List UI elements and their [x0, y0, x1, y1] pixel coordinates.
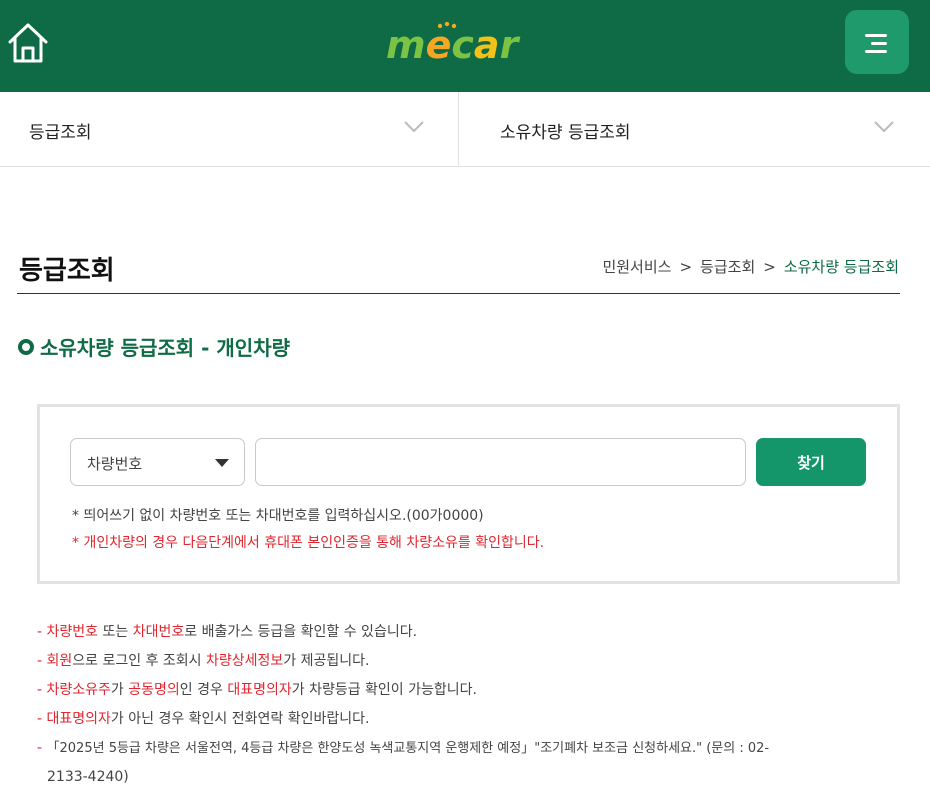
- vehicle-number-input[interactable]: [255, 438, 746, 486]
- breadcrumb-item[interactable]: 등급조회: [700, 258, 755, 276]
- caret-down-icon: [215, 459, 229, 467]
- breadcrumb-separator: >: [763, 258, 776, 276]
- list-item: - 차량번호 또는 차대번호로 배출가스 등급을 확인할 수 있습니다.: [37, 624, 418, 640]
- category-select[interactable]: 등급조회: [0, 92, 459, 166]
- subcategory-select[interactable]: 소유차량 등급조회: [460, 92, 930, 166]
- top-header: mecar: [0, 0, 930, 92]
- category-select-label: 등급조회: [29, 123, 92, 143]
- verification-hint: * 개인차량의 경우 다음단계에서 휴대폰 본인인증을 통해 차량소유를 확인합…: [72, 535, 545, 551]
- notice-text-line1: 「2025년 5등급 차량은 서울전역, 4등급 차량은 한양도성 녹색교통지역…: [46, 741, 770, 756]
- list-item: - 회원으로 로그인 후 조회시 차량상세정보가 제공됩니다.: [37, 653, 370, 669]
- title-divider: [17, 293, 900, 294]
- notes-list: - 차량번호 또는 차대번호로 배출가스 등급을 확인할 수 있습니다. - 회…: [37, 618, 907, 791]
- chevron-down-icon: [404, 121, 424, 133]
- category-selector-bar: 등급조회 소유차량 등급조회: [0, 92, 930, 167]
- mecar-logo[interactable]: mecar: [384, 21, 534, 68]
- list-item: - 차량소유주가 공동명의인 경우 대표명의자가 차량등급 확인이 가능합니다.: [37, 682, 477, 698]
- search-type-select[interactable]: 차량번호: [70, 438, 245, 486]
- menu-button[interactable]: [845, 10, 909, 74]
- search-panel: 차량번호 찾기 * 띄어쓰기 없이 차량번호 또는 차대번호를 입력하십시오.(…: [37, 404, 900, 584]
- find-button[interactable]: 찾기: [756, 438, 866, 486]
- svg-text:mecar: mecar: [386, 23, 521, 67]
- input-hint: * 띄어쓰기 없이 차량번호 또는 차대번호를 입력하십시오.(00가0000): [72, 508, 484, 524]
- breadcrumb-current: 소유차량 등급조회: [783, 258, 899, 276]
- breadcrumb: 민원서비스 > 등급조회 > 소유차량 등급조회: [602, 256, 899, 277]
- breadcrumb-separator: >: [679, 258, 693, 276]
- subcategory-select-label: 소유차량 등급조회: [500, 123, 631, 143]
- breadcrumb-item[interactable]: 민원서비스: [602, 258, 671, 276]
- list-item: - 대표명의자가 아닌 경우 확인시 전화연락 확인바랍니다.: [37, 711, 370, 727]
- search-type-value: 차량번호: [87, 455, 143, 473]
- section-title-text: 소유차량 등급조회 - 개인차량: [40, 336, 290, 360]
- home-icon[interactable]: [6, 20, 50, 64]
- chevron-down-icon: [874, 121, 894, 133]
- bullet-ring-icon: [18, 338, 34, 355]
- notice-text-line2: 2133-4240): [47, 769, 129, 785]
- list-item: - 「2025년 5등급 차량은 서울전역, 4등급 차량은 한양도성 녹색교통…: [37, 734, 907, 791]
- section-title: 소유차량 등급조회 - 개인차량: [18, 332, 290, 361]
- page-title: 등급조회: [19, 256, 115, 286]
